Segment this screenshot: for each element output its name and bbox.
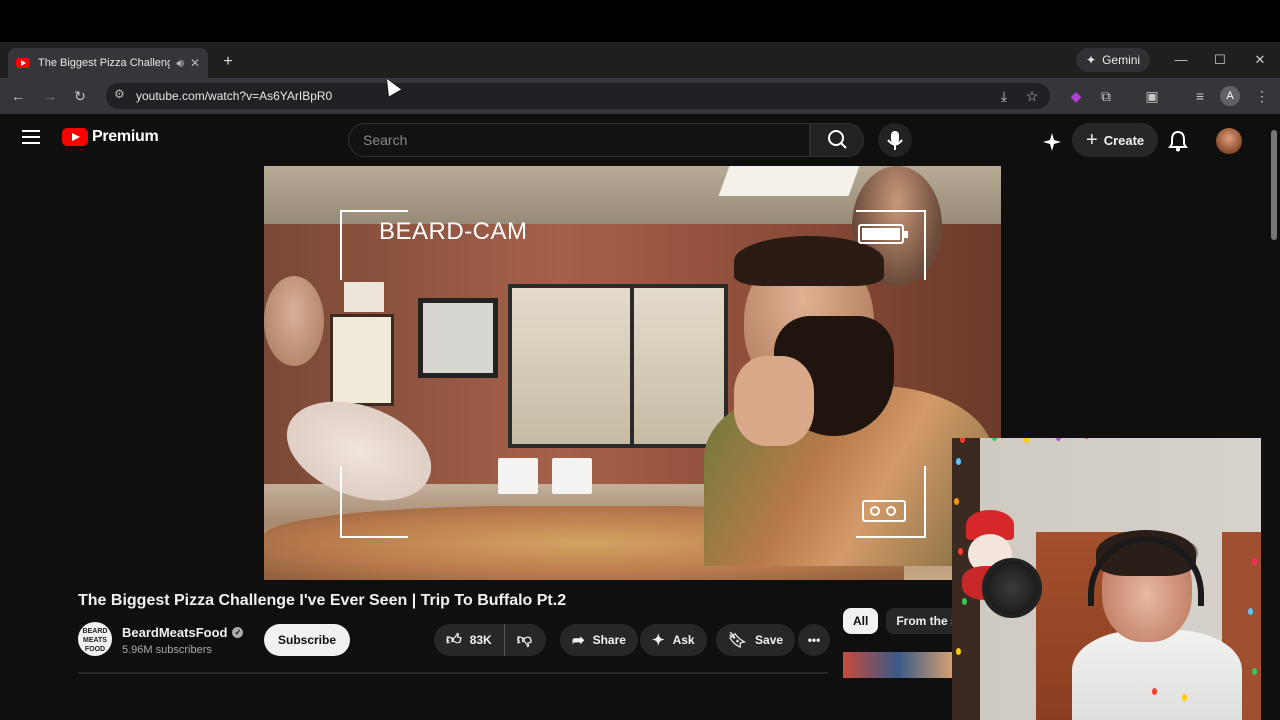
webcam-microphone	[982, 558, 1042, 618]
browser-tab[interactable]: The Biggest Pizza Challeng 🔊︎ ✕	[8, 48, 208, 78]
verified-check-icon: ✓	[232, 627, 244, 638]
screen: The Biggest Pizza Challeng 🔊︎ ✕ + ✦ Gemi…	[0, 0, 1280, 720]
youtube-logo[interactable]: Premium	[62, 128, 159, 146]
video-frame-bearded-man	[694, 236, 994, 566]
arrow-left-icon[interactable]: ←	[8, 86, 28, 106]
youtube-play-icon	[62, 128, 88, 146]
audio-playing-icon[interactable]: 🔊︎	[176, 56, 184, 71]
page-scrollbar[interactable]	[1270, 120, 1278, 720]
maximize-icon[interactable]: ☐	[1209, 50, 1231, 70]
browser-toolbar: ← → ↻ ⚙︎ youtube.com/watch?v=As6YArIBpR0…	[0, 78, 1280, 114]
battery-icon	[858, 224, 908, 244]
tab-title: The Biggest Pizza Challeng	[38, 57, 171, 69]
channel-name-text: BeardMeatsFood	[122, 625, 228, 640]
streamer-webcam-overlay	[952, 438, 1261, 720]
video-frame-cups	[498, 458, 658, 498]
account-avatar[interactable]	[1216, 128, 1242, 154]
save-button[interactable]: 🔖︎ Save	[716, 624, 796, 656]
more-horizontal-icon: •••	[807, 633, 821, 647]
logo-text: Premium	[92, 128, 159, 145]
youtube-favicon-icon	[16, 58, 30, 68]
create-button[interactable]: + Create	[1072, 123, 1159, 157]
minimize-icon[interactable]: —	[1170, 50, 1192, 70]
more-actions-button[interactable]: •••	[798, 624, 830, 656]
ask-button[interactable]: ✦ Ask	[640, 624, 707, 656]
install-icon[interactable]: ⤓	[994, 86, 1014, 106]
youtube-masthead: Premium Search + Create	[0, 114, 1268, 166]
thumbs-up-icon: 👍︎	[446, 631, 462, 648]
gemini-button[interactable]: ✦ Gemini	[1076, 48, 1151, 72]
subscribe-button[interactable]: Subscribe	[264, 624, 351, 656]
video-frame-light	[718, 166, 860, 196]
plus-icon: +	[1086, 128, 1098, 151]
bookmark-icon: 🔖︎	[728, 632, 748, 649]
cassette-icon	[862, 500, 906, 522]
arrow-right-icon[interactable]: →	[40, 86, 60, 106]
video-player[interactable]: BEARD-CAM	[264, 166, 1001, 580]
search-tab-icon[interactable]: ▣	[1142, 86, 1162, 106]
close-tab-icon[interactable]: ✕	[190, 56, 200, 70]
channel-name[interactable]: BeardMeatsFood ✓	[122, 625, 244, 640]
kebab-menu-icon[interactable]: ⋮	[1252, 86, 1272, 106]
url-text: youtube.com/watch?v=As6YArIBpR0	[136, 89, 333, 103]
dislike-button[interactable]: 👎︎	[505, 631, 544, 649]
hud-corner-top-right	[856, 210, 926, 280]
browser-titlebar: The Biggest Pizza Challeng 🔊︎ ✕ + ✦ Gemi…	[0, 42, 1280, 78]
profile-avatar[interactable]: A	[1220, 86, 1240, 106]
video-frame-picture	[418, 298, 498, 378]
channel-avatar[interactable]: BEARD MEATS FOOD	[78, 622, 112, 656]
ask-label: Ask	[672, 633, 695, 647]
search-button[interactable]	[810, 123, 864, 157]
chip-all[interactable]: All	[843, 608, 879, 634]
like-count: 83K	[469, 633, 492, 647]
video-frame-bald-man	[264, 276, 324, 366]
address-bar[interactable]: ⚙︎ youtube.com/watch?v=As6YArIBpR0	[106, 83, 1050, 109]
hamburger-icon[interactable]	[22, 130, 40, 144]
close-window-icon[interactable]: ✕	[1249, 50, 1271, 70]
create-label: Create	[1103, 132, 1145, 148]
bell-icon[interactable]	[1168, 130, 1188, 152]
like-dislike-group: 👍︎ 83K 👎︎	[434, 624, 546, 656]
video-frame-poster	[344, 282, 384, 312]
save-label: Save	[755, 633, 784, 647]
scrollbar-thumb[interactable]	[1271, 130, 1277, 240]
sparkle-icon: ✦	[652, 632, 665, 649]
video-frame-choking-poster	[330, 314, 394, 406]
recommended-video-thumbnail[interactable]	[843, 652, 953, 678]
share-label: Share	[592, 633, 626, 647]
webcam-streamer	[1072, 530, 1242, 720]
extension-icon[interactable]: ◆	[1066, 86, 1086, 106]
sparkle-icon: ✦	[1086, 53, 1097, 67]
gemini-label: Gemini	[1102, 53, 1141, 67]
puzzle-icon[interactable]: ⧉	[1096, 86, 1116, 106]
share-arrow-icon: ➦	[572, 632, 585, 649]
mic-icon	[887, 131, 903, 150]
thumbs-down-icon: 👎︎	[516, 631, 532, 648]
hud-corner-bottom-left	[340, 466, 408, 538]
tune-icon[interactable]: ⚙︎	[114, 87, 125, 101]
share-button[interactable]: ➦ Share	[560, 624, 638, 656]
voice-search-button[interactable]	[878, 123, 912, 157]
media-control-icon[interactable]: ≡	[1190, 86, 1210, 106]
reload-icon[interactable]: ↻	[70, 86, 90, 106]
subscriber-count: 5.96M subscribers	[122, 644, 212, 656]
like-button[interactable]: 👍︎ 83K	[434, 624, 505, 656]
search-input[interactable]: Search	[348, 123, 810, 157]
star-icon[interactable]: ☆	[1022, 86, 1042, 106]
new-tab-button[interactable]: +	[218, 52, 238, 72]
description-box-edge	[78, 672, 828, 674]
ai-sparkle-icon[interactable]	[1042, 132, 1062, 152]
video-title: The Biggest Pizza Challenge I've Ever Se…	[78, 592, 567, 609]
beard-cam-overlay-text: BEARD-CAM	[379, 218, 528, 245]
search-icon	[828, 130, 847, 149]
